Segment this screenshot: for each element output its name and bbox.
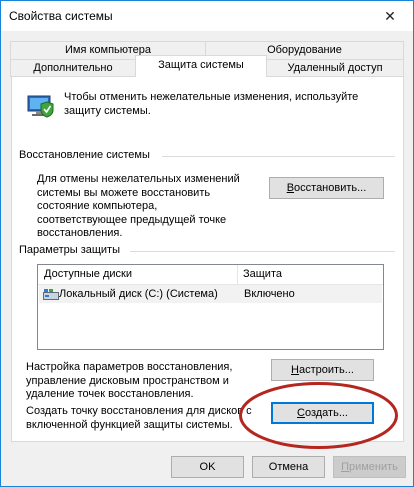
close-icon: ✕ [384,7,396,24]
close-button[interactable]: ✕ [367,1,413,31]
restore-separator [162,156,395,157]
column-protection[interactable]: Защита [243,268,282,280]
title-bar[interactable]: Свойства системы ✕ [1,1,413,31]
restore-button-mnemonic: В [286,182,295,194]
create-description: Создать точку восстановления для дисков … [26,405,252,431]
create-button[interactable]: Создать... [271,402,374,424]
column-available-drives[interactable]: Доступные диски [44,268,132,280]
tab-advanced[interactable]: Дополнительно [10,59,136,77]
drives-list-header: Доступные диски Защита [38,265,383,285]
configure-description: Настройка параметров восстановления, упр… [26,361,233,400]
create-button-label: оздать... [304,407,348,419]
create-button-mnemonic: С [297,407,305,419]
restore-button-label: осстановить... [294,182,367,194]
system-protection-panel: Чтобы отменить нежелательные изменения, … [11,76,404,442]
drive-name: Локальный диск (C:) (Система) [59,288,218,300]
cancel-button[interactable]: Отмена [252,456,325,478]
protection-section-label: Параметры защиты [19,244,123,257]
configure-button[interactable]: Настроить... [271,359,374,381]
tab-remote[interactable]: Удаленный доступ [266,59,404,77]
apply-button[interactable]: Применить [333,456,406,478]
drive-protection-status: Включено [244,288,295,300]
ok-button[interactable]: OK [171,456,244,478]
apply-button-mnemonic: П [341,461,349,473]
configure-button-mnemonic: Н [291,364,299,376]
table-row[interactable]: Локальный диск (C:) (Система) Включено [39,285,382,303]
restore-section-label: Восстановление системы [19,149,153,162]
restore-button[interactable]: Восстановить... [269,177,384,199]
drives-list[interactable]: Доступные диски Защита Локальный диск (C… [37,264,384,350]
local-disk-icon [43,289,59,300]
protection-separator [130,251,395,252]
computer-shield-icon [27,95,54,118]
intro-text: Чтобы отменить нежелательные изменения, … [64,91,359,117]
apply-button-label: рименить [348,461,398,473]
system-properties-window: Свойства системы ✕ Имя компьютера Оборуд… [0,0,414,487]
configure-button-label: астроить... [298,364,354,376]
window-title: Свойства системы [9,9,113,23]
column-divider[interactable] [237,265,238,284]
tab-system-protection[interactable]: Защита системы [135,55,267,77]
restore-description: Для отмены нежелательных изменений систе… [37,173,240,239]
